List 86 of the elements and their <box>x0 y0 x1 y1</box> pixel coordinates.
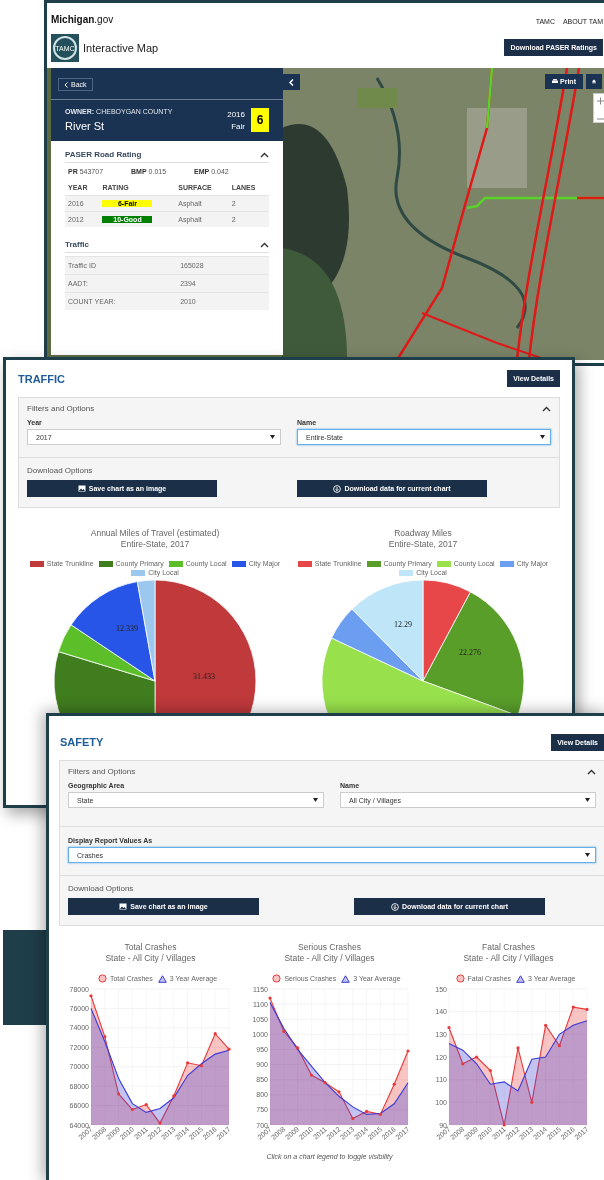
section-title: SAFETY <box>60 736 104 748</box>
chart-title: Total Crashes <box>124 942 177 953</box>
data-point <box>516 1046 520 1050</box>
home-icon <box>592 78 596 85</box>
data-point <box>186 1061 190 1065</box>
chart-subtitle: Entire-State, 2017 <box>120 539 190 550</box>
data-point <box>89 994 93 998</box>
data-point <box>199 1064 203 1068</box>
triangle-marker-icon <box>157 974 167 983</box>
data-point <box>117 1092 121 1096</box>
site-title: Michigan.gov <box>51 14 114 25</box>
data-label: 22.276 <box>459 648 481 657</box>
chevron-left-icon <box>289 78 294 86</box>
image-icon <box>119 903 128 910</box>
panel-title: Filters and Options <box>27 404 95 413</box>
rating-year: 2016 <box>227 109 245 119</box>
chevron-up-icon[interactable] <box>587 768 596 775</box>
chart-subtitle: State - All City / Villages <box>463 953 554 964</box>
chevron-up-icon[interactable] <box>542 405 551 412</box>
data-point <box>365 1109 369 1113</box>
triangle-marker-icon <box>516 974 526 983</box>
chevron-up-icon[interactable] <box>260 151 269 158</box>
data-point <box>103 1035 107 1039</box>
data-point <box>296 1046 300 1050</box>
data-point <box>144 1103 148 1107</box>
data-point <box>502 1123 506 1127</box>
circle-marker-icon <box>97 974 107 983</box>
section-title: TRAFFIC <box>18 372 66 385</box>
caret-icon <box>540 435 545 439</box>
chart-subtitle: State - All City / Villages <box>284 953 375 964</box>
chart-subtitle: Entire-State, 2017 <box>388 539 458 550</box>
data-label: 12.29 <box>394 620 412 629</box>
data-point <box>447 1025 451 1030</box>
data-point <box>378 1112 382 1116</box>
data-point <box>461 1062 465 1066</box>
collapse-panel-button[interactable] <box>283 74 300 90</box>
circle-marker-icon <box>272 974 282 983</box>
data-point <box>557 1044 561 1048</box>
data-point <box>406 1049 410 1053</box>
rating-label: Fair <box>231 121 245 131</box>
data-point <box>475 1055 479 1059</box>
data-point <box>172 1094 176 1098</box>
data-point <box>337 1090 341 1094</box>
data-point <box>282 1029 286 1033</box>
rating-badge: 6 <box>251 108 269 132</box>
caret-icon <box>313 798 318 802</box>
data-point <box>309 1073 313 1077</box>
print-icon <box>552 79 558 84</box>
data-label: 12.339 <box>116 624 138 633</box>
caret-icon <box>585 853 590 857</box>
data-point <box>571 1005 575 1009</box>
data-point <box>488 1069 492 1073</box>
circle-marker-icon <box>455 974 465 983</box>
panel-title: Download Options <box>27 466 93 475</box>
download-icon <box>333 484 342 493</box>
data-point <box>351 1116 355 1120</box>
data-point <box>585 1007 589 1011</box>
panel-title: Download Options <box>68 884 134 893</box>
data-point <box>323 1081 327 1085</box>
caret-icon <box>585 798 590 802</box>
data-point <box>130 1107 134 1112</box>
panel-title: Filters and Options <box>68 767 136 776</box>
data-point <box>227 1047 231 1051</box>
triangle-marker-icon <box>341 974 351 983</box>
data-point <box>544 1023 548 1027</box>
download-icon <box>390 902 399 911</box>
data-label: 31.433 <box>193 672 215 681</box>
data-point <box>213 1032 217 1036</box>
data-point <box>268 996 272 1000</box>
data-point <box>392 1082 396 1086</box>
data-point <box>530 1100 534 1104</box>
home-button[interactable] <box>586 74 602 89</box>
data-point <box>158 1121 162 1125</box>
chart-title: Roadway Miles <box>394 528 452 539</box>
chevron-up-icon[interactable] <box>260 241 269 248</box>
caret-icon <box>270 435 275 439</box>
chart-subtitle: State - All City / Villages <box>105 953 196 964</box>
chevron-left-icon <box>64 81 68 88</box>
chart-title: Annual Miles of Travel (estimated) <box>90 528 220 539</box>
app-title: Interactive Map <box>83 41 160 54</box>
chart-title: Fatal Crashes <box>482 942 535 953</box>
road-name: River St <box>65 120 106 132</box>
section-title: Traffic <box>65 240 89 249</box>
image-icon <box>77 485 86 492</box>
chart-title: Serious Crashes <box>298 942 361 953</box>
section-title: PASER Road Rating <box>65 150 142 159</box>
